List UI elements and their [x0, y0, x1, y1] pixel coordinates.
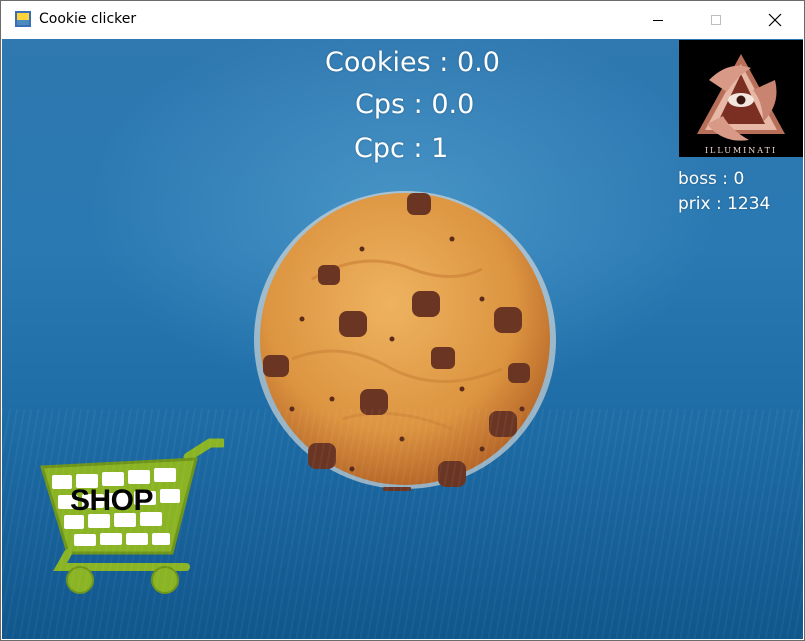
maximize-button[interactable]	[687, 1, 745, 39]
app-icon	[15, 11, 31, 27]
title-bar: Cookie clicker	[1, 1, 804, 39]
minimize-button[interactable]	[629, 1, 687, 39]
cookie-button[interactable]	[252, 189, 557, 491]
window-title: Cookie clicker	[39, 11, 137, 27]
close-button[interactable]	[746, 1, 804, 39]
cps-counter: Cps : 0.0	[355, 89, 475, 120]
cookies-counter: Cookies : 0.0	[325, 47, 500, 78]
cpc-counter: Cpc : 1	[354, 133, 449, 164]
illuminati-icon[interactable]: ILLUMINATI	[679, 40, 803, 157]
illuminati-caption: ILLUMINATI	[705, 146, 777, 155]
close-icon	[768, 13, 782, 27]
app-window: Cookie clicker Cookies : 0.0 Cps : 0.0 C…	[0, 0, 805, 641]
game-area: Cookies : 0.0 Cps : 0.0 Cpc : 1 ILLUMINA…	[2, 39, 803, 639]
boss-price: prix : 1234	[678, 194, 771, 214]
boss-count: boss : 0	[678, 169, 745, 189]
maximize-icon	[711, 15, 721, 25]
shop-label: SHOP	[70, 484, 154, 517]
minimize-icon	[653, 20, 663, 21]
